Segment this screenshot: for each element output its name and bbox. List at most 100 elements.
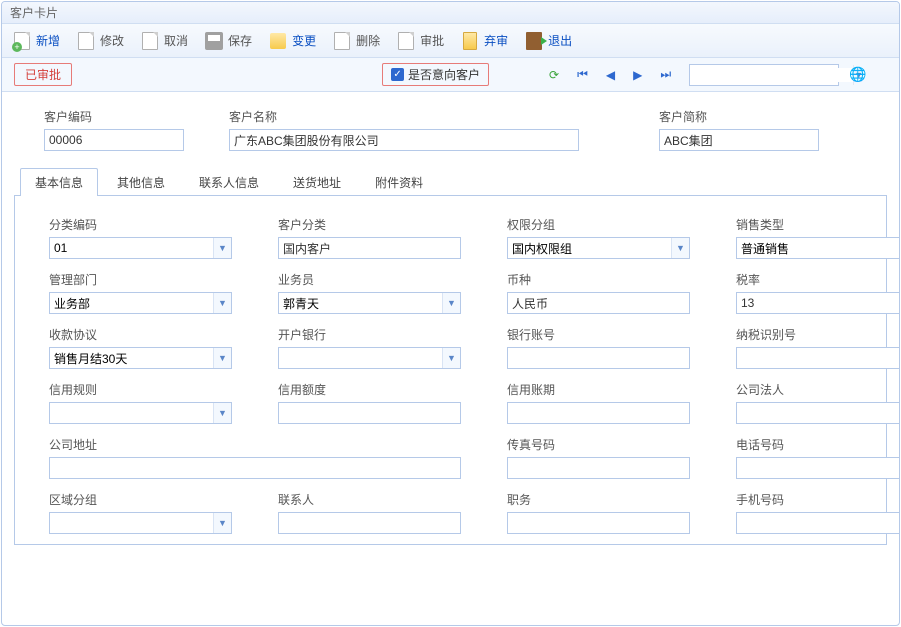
tax-no-input[interactable] <box>736 347 900 369</box>
window: 客户卡片 + 新增 修改 取消 保存 变更 删除 审批 <box>1 1 900 626</box>
edit-button[interactable]: 修改 <box>72 27 134 55</box>
last-record-icon[interactable]: ⏭ <box>660 67 671 82</box>
credit-amt-field: 信用额度 <box>278 381 461 424</box>
contact-input[interactable] <box>278 512 461 534</box>
customer-code-label: 客户编码 <box>44 108 184 125</box>
customer-short-label: 客户简称 <box>659 108 819 125</box>
cancel-button[interactable]: 取消 <box>136 27 198 55</box>
bank-acct-field: 银行账号 <box>507 326 690 369</box>
bank-input[interactable]: ▼ <box>278 347 461 369</box>
perm-group-input[interactable]: ▼ <box>507 237 690 259</box>
region-group-field: 区域分组 ▼ <box>49 491 232 534</box>
mobile-input[interactable] <box>736 512 900 534</box>
save-button[interactable]: 保存 <box>200 27 262 55</box>
chevron-down-icon[interactable]: ▼ <box>213 348 231 368</box>
globe-refresh-icon[interactable]: 🌐 <box>849 66 866 83</box>
tabs: 基本信息 其他信息 联系人信息 送货地址 附件资料 <box>14 167 887 196</box>
legal-person-input[interactable] <box>736 402 900 424</box>
chevron-down-icon[interactable]: ▼ <box>213 403 231 423</box>
tab-other[interactable]: 其他信息 <box>102 168 180 196</box>
bank-acct-input[interactable] <box>507 347 690 369</box>
chevron-down-icon[interactable]: ▼ <box>442 348 460 368</box>
change-button[interactable]: 变更 <box>264 27 326 55</box>
position-input[interactable] <box>507 512 690 534</box>
window-title: 客户卡片 <box>10 6 58 20</box>
currency-input[interactable] <box>507 292 690 314</box>
class-code-input[interactable]: ▼ <box>49 237 232 259</box>
salesman-field: 业务员 ▼ <box>278 271 461 314</box>
customer-name-group: 客户名称 <box>229 108 579 151</box>
chevron-down-icon[interactable]: ▼ <box>213 238 231 258</box>
fax-input[interactable] <box>507 457 690 479</box>
search-input[interactable] <box>690 68 853 82</box>
tab-body-basic: 分类编码 ▼ 客户分类 权限分组 ▼ 销售类型 ▼ 管理部门 ▼ 业务员 ▼ <box>14 196 887 545</box>
chevron-down-icon[interactable]: ▼ <box>442 293 460 313</box>
new-button[interactable]: + 新增 <box>8 27 70 55</box>
pay-agree-field: 收款协议 ▼ <box>49 326 232 369</box>
credit-period-field: 信用账期 <box>507 381 690 424</box>
prospect-label: 是否意向客户 <box>408 66 480 83</box>
customer-code-group: 客户编码 <box>44 108 184 151</box>
tab-delivery[interactable]: 送货地址 <box>278 168 356 196</box>
document-delete-icon <box>332 31 352 51</box>
next-record-icon[interactable]: ▶ <box>633 68 642 82</box>
tax-no-field: 纳税识别号 <box>736 326 900 369</box>
tab-attachments[interactable]: 附件资料 <box>360 168 438 196</box>
prev-record-icon[interactable]: ◀ <box>606 68 615 82</box>
change-icon <box>268 31 288 51</box>
approve-button[interactable]: 审批 <box>392 27 454 55</box>
currency-field: 币种 <box>507 271 690 314</box>
region-group-input[interactable]: ▼ <box>49 512 232 534</box>
position-field: 职务 <box>507 491 690 534</box>
exit-button[interactable]: 退出 <box>520 27 582 55</box>
chevron-down-icon[interactable]: ▼ <box>213 293 231 313</box>
mgmt-dept-input[interactable]: ▼ <box>49 292 232 314</box>
customer-code-input[interactable] <box>44 129 184 151</box>
status-row: 已审批 ✓ 是否意向客户 ⟳ ⏮ ◀ ▶ ⏭ ▼ 🌐 <box>2 58 899 92</box>
sale-type-input[interactable]: ▼ <box>736 237 900 259</box>
company-addr-input[interactable] <box>49 457 461 479</box>
chevron-down-icon[interactable]: ▼ <box>213 513 231 533</box>
exit-icon <box>524 31 544 51</box>
company-addr-field: 公司地址 <box>49 436 461 479</box>
toolbar: + 新增 修改 取消 保存 变更 删除 审批 弃审 <box>2 24 899 58</box>
prospect-checkbox-wrap[interactable]: ✓ 是否意向客户 <box>382 63 489 86</box>
tax-rate-input[interactable] <box>736 292 900 314</box>
salesman-input[interactable]: ▼ <box>278 292 461 314</box>
customer-short-group: 客户简称 <box>659 108 819 151</box>
credit-period-input[interactable] <box>507 402 690 424</box>
fax-field: 传真号码 <box>507 436 690 479</box>
customer-short-input[interactable] <box>659 129 819 151</box>
sale-type-field: 销售类型 ▼ <box>736 216 900 259</box>
credit-rule-field: 信用规则 ▼ <box>49 381 232 424</box>
bank-field: 开户银行 ▼ <box>278 326 461 369</box>
basic-grid: 分类编码 ▼ 客户分类 权限分组 ▼ 销售类型 ▼ 管理部门 ▼ 业务员 ▼ <box>49 216 852 534</box>
customer-name-label: 客户名称 <box>229 108 579 125</box>
tax-rate-field: 税率 <box>736 271 900 314</box>
first-record-icon[interactable]: ⏮ <box>577 67 588 82</box>
class-code-field: 分类编码 ▼ <box>49 216 232 259</box>
chevron-down-icon[interactable]: ▼ <box>671 238 689 258</box>
document-edit-icon <box>76 31 96 51</box>
refresh-record-icon[interactable]: ⟳ <box>549 68 559 82</box>
customer-name-input[interactable] <box>229 129 579 151</box>
discard-button[interactable]: 弃审 <box>456 27 518 55</box>
perm-group-field: 权限分组 ▼ <box>507 216 690 259</box>
document-add-icon: + <box>12 31 32 51</box>
contact-field: 联系人 <box>278 491 461 534</box>
approved-badge: 已审批 <box>14 63 72 86</box>
phone-input[interactable] <box>736 457 900 479</box>
delete-button[interactable]: 删除 <box>328 27 390 55</box>
approve-icon <box>396 31 416 51</box>
tab-basic[interactable]: 基本信息 <box>20 168 98 196</box>
legal-person-field: 公司法人 <box>736 381 900 424</box>
pay-agree-input[interactable]: ▼ <box>49 347 232 369</box>
customer-class-input[interactable] <box>278 237 461 259</box>
tab-contacts[interactable]: 联系人信息 <box>184 168 274 196</box>
record-nav: ⟳ ⏮ ◀ ▶ ⏭ <box>549 67 671 82</box>
credit-amt-input[interactable] <box>278 402 461 424</box>
search-box[interactable]: ▼ <box>689 64 839 86</box>
mgmt-dept-field: 管理部门 ▼ <box>49 271 232 314</box>
phone-field: 电话号码 <box>736 436 900 479</box>
credit-rule-input[interactable]: ▼ <box>49 402 232 424</box>
